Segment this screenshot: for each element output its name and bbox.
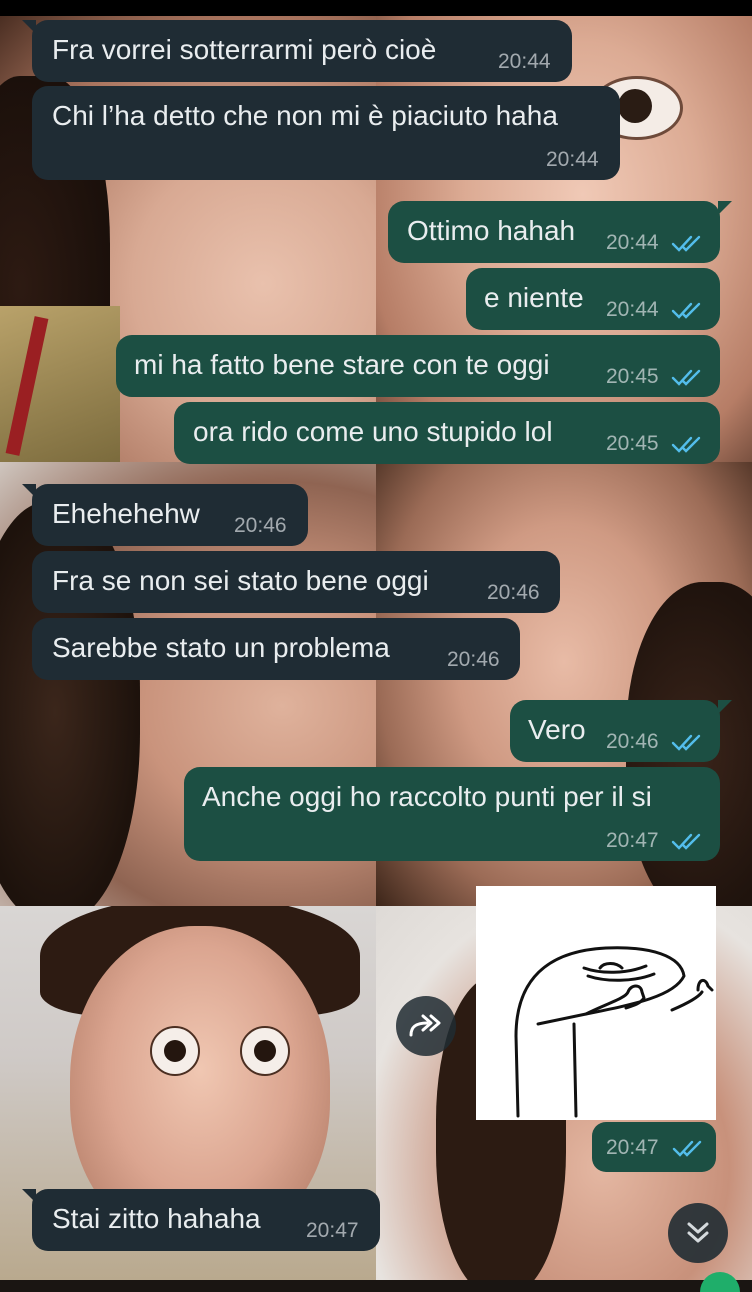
message-time: 20:46 xyxy=(447,648,500,671)
message-text: Sarebbe stato un problema xyxy=(52,632,390,663)
read-receipt-icon xyxy=(671,833,701,850)
message-time: 20:44 xyxy=(498,50,551,73)
message-text: ora rido come uno stupido lol xyxy=(193,416,553,447)
sticker-meta: 20:47 xyxy=(592,1122,716,1172)
message-text: Chi l’ha detto che non mi è piaciuto hah… xyxy=(52,100,558,131)
scroll-down-icon xyxy=(687,1222,709,1243)
read-receipt-icon xyxy=(672,1140,702,1157)
read-receipt-icon xyxy=(671,302,701,319)
sticker-image[interactable] xyxy=(476,886,716,1120)
read-receipt-icon xyxy=(671,369,701,386)
message-time: 20:44 xyxy=(546,148,599,171)
message-time: 20:45 xyxy=(606,432,659,455)
message-time: 20:44 xyxy=(606,298,659,321)
message-time: 20:46 xyxy=(606,730,659,753)
read-receipt-icon xyxy=(671,734,701,751)
outgoing-message[interactable]: Vero 20:46 xyxy=(510,700,732,762)
message-time: 20:46 xyxy=(234,514,287,537)
message-list: Fra vorrei sotterrarmi però cioè 20:44 C… xyxy=(0,0,752,1292)
message-text: Ottimo hahah xyxy=(407,215,576,246)
incoming-message[interactable]: Sarebbe stato un problema 20:46 xyxy=(32,618,520,680)
message-text: Fra se non sei stato bene oggi xyxy=(52,565,429,596)
read-receipt-icon xyxy=(671,436,701,453)
forward-icon xyxy=(409,1014,441,1037)
incoming-message[interactable]: Fra se non sei stato bene oggi 20:46 xyxy=(32,551,560,613)
read-receipt-icon xyxy=(671,235,701,252)
message-text: Vero xyxy=(528,714,586,745)
message-text: Ehehehehw xyxy=(52,498,200,529)
message-time: 20:44 xyxy=(606,231,659,254)
message-text: Stai zitto hahaha xyxy=(52,1203,261,1234)
incoming-message[interactable]: Ehehehehw 20:46 xyxy=(22,484,308,546)
outgoing-message[interactable]: ora rido come uno stupido lol 20:45 xyxy=(174,402,720,464)
message-text: e niente xyxy=(484,282,584,313)
outgoing-message[interactable]: Ottimo hahah 20:44 xyxy=(388,201,732,263)
message-text: Fra vorrei sotterrarmi però cioè xyxy=(52,34,437,65)
incoming-message[interactable]: Stai zitto hahaha 20:47 xyxy=(22,1189,380,1251)
message-time: 20:47 xyxy=(606,1136,659,1159)
message-time: 20:45 xyxy=(606,365,659,388)
message-time: 20:47 xyxy=(306,1219,359,1242)
message-text: mi ha fatto bene stare con te oggi xyxy=(134,349,550,380)
message-time: 20:46 xyxy=(487,581,540,604)
thumbs-up-meme-icon xyxy=(514,946,714,1118)
incoming-message[interactable]: Chi l’ha detto che non mi è piaciuto hah… xyxy=(32,86,620,180)
message-text: Anche oggi ho raccolto punti per il si xyxy=(202,781,652,812)
scroll-to-bottom-button[interactable] xyxy=(668,1203,728,1263)
outgoing-message[interactable]: e niente 20:44 xyxy=(466,268,720,330)
outgoing-message[interactable]: Anche oggi ho raccolto punti per il si 2… xyxy=(184,767,720,861)
incoming-message[interactable]: Fra vorrei sotterrarmi però cioè 20:44 xyxy=(22,20,572,82)
compose-fab[interactable] xyxy=(700,1272,740,1292)
outgoing-message[interactable]: mi ha fatto bene stare con te oggi 20:45 xyxy=(116,335,720,397)
forward-button[interactable] xyxy=(396,996,456,1056)
message-time: 20:47 xyxy=(606,829,659,852)
